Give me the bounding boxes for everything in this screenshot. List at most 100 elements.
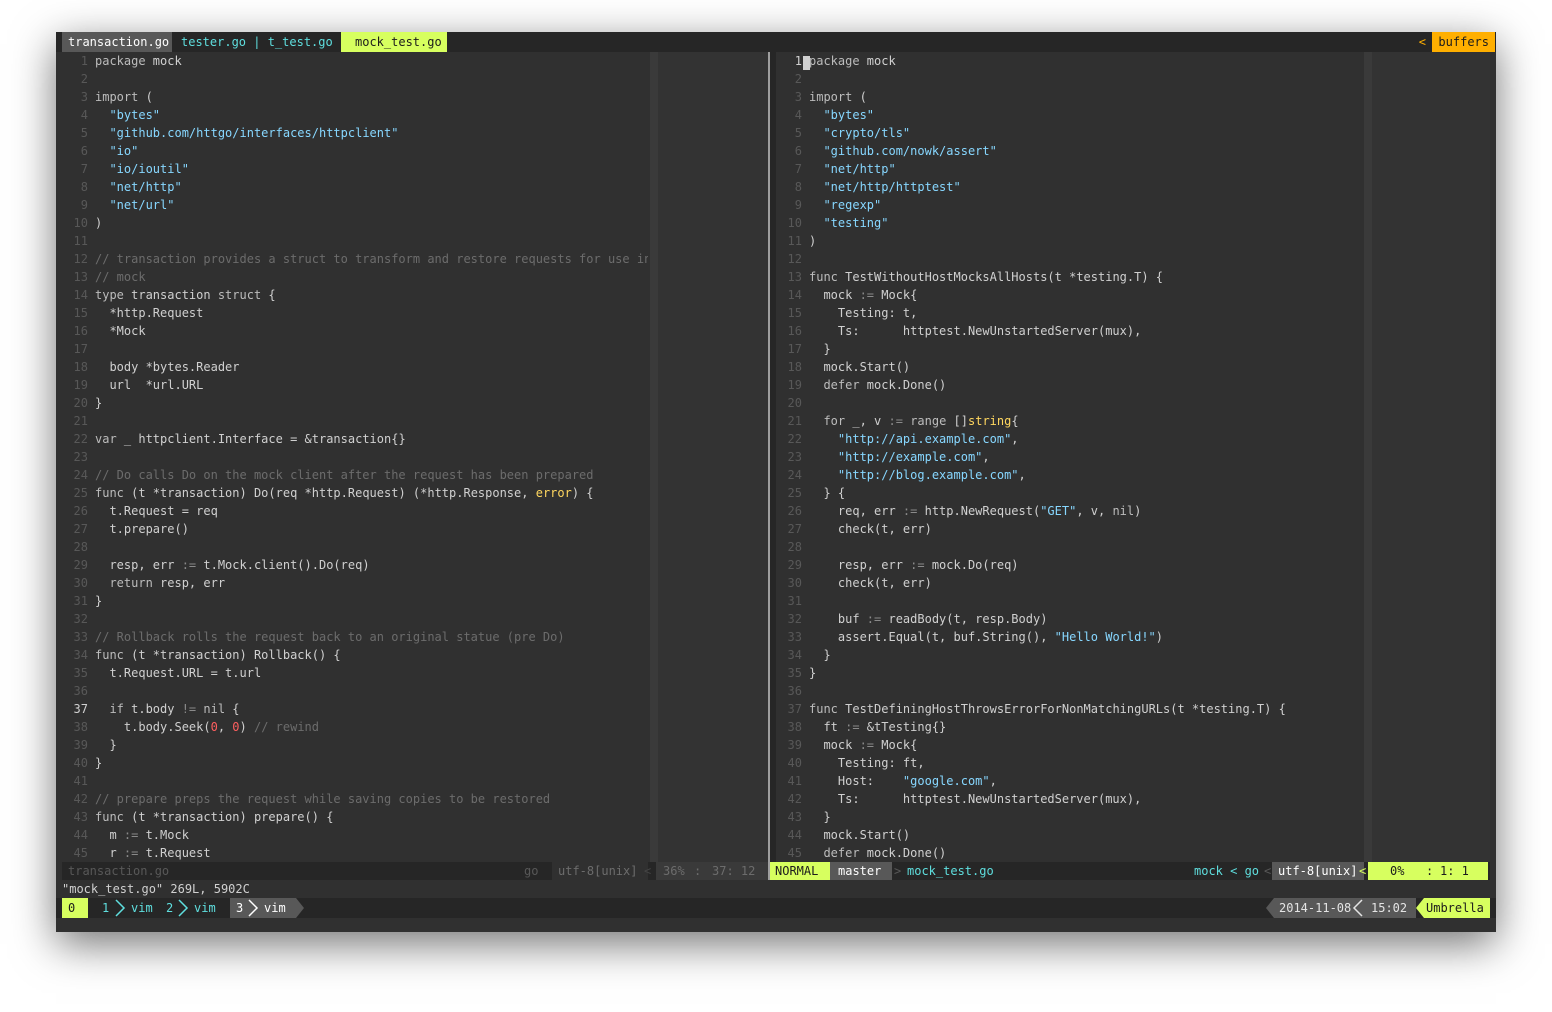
- code-line[interactable]: 35}: [776, 664, 1364, 682]
- code-line[interactable]: 12: [776, 250, 1364, 268]
- code-line[interactable]: 23: [62, 448, 648, 466]
- code-line[interactable]: 15 *http.Request: [62, 304, 648, 322]
- code-line[interactable]: 13 func TestWithoutHostMocksAllHosts(t *t…: [776, 268, 1364, 286]
- code-line[interactable]: 13 // mock: [62, 268, 648, 286]
- code-text[interactable]: resp, err := t.Mock.client().Do(req): [95, 556, 369, 574]
- code-text[interactable]: }: [95, 736, 116, 754]
- tab-transaction-go[interactable]: transaction.go: [62, 32, 172, 52]
- code-text[interactable]: "regexp": [809, 196, 881, 214]
- code-text[interactable]: func (t *transaction) prepare() {: [95, 808, 333, 826]
- code-line[interactable]: 35 t.Request.URL = t.url: [62, 664, 648, 682]
- code-text[interactable]: "net/http/httptest": [809, 178, 960, 196]
- code-line[interactable]: 6 "io": [62, 142, 648, 160]
- code-line[interactable]: 9 "net/url": [62, 196, 648, 214]
- code-text[interactable]: check(t, err): [809, 520, 932, 538]
- code-text[interactable]: mock.Start(): [809, 358, 910, 376]
- code-text[interactable]: for _, v := range []string{: [809, 412, 1018, 430]
- code-line[interactable]: 22 "http://api.example.com",: [776, 430, 1364, 448]
- code-line[interactable]: 3 import (: [62, 88, 648, 106]
- code-text[interactable]: }: [95, 592, 102, 610]
- code-line[interactable]: 20: [776, 394, 1364, 412]
- code-line[interactable]: 4 "bytes": [776, 106, 1364, 124]
- code-line[interactable]: 32 buf := readBody(t, resp.Body): [776, 610, 1364, 628]
- code-line[interactable]: 26 t.Request = req: [62, 502, 648, 520]
- code-line[interactable]: 2: [776, 70, 1364, 88]
- code-line[interactable]: 39 mock := Mock{: [776, 736, 1364, 754]
- code-text[interactable]: func (t *transaction) Rollback() {: [95, 646, 341, 664]
- code-text[interactable]: ft := &tTesting{}: [809, 718, 946, 736]
- buffers-label[interactable]: buffers: [1432, 32, 1495, 52]
- code-line[interactable]: 10): [62, 214, 648, 232]
- code-line[interactable]: 1 package mock: [62, 52, 648, 70]
- code-line[interactable]: 24 // Do calls Do on the mock client afte…: [62, 466, 648, 484]
- code-line[interactable]: 4 "bytes": [62, 106, 648, 124]
- tab-mock-test-go[interactable]: mock_test.go: [341, 32, 447, 52]
- code-text[interactable]: }: [809, 664, 816, 682]
- code-text[interactable]: r := t.Request: [95, 844, 210, 862]
- code-line[interactable]: 33 assert.Equal(t, buf.String(), "Hello …: [776, 628, 1364, 646]
- code-line[interactable]: 36: [62, 682, 648, 700]
- code-line[interactable]: 17: [62, 340, 648, 358]
- code-text[interactable]: mock := Mock{: [809, 736, 917, 754]
- code-text[interactable]: t.prepare(): [95, 520, 188, 538]
- code-line[interactable]: 24 "http://blog.example.com",: [776, 466, 1364, 484]
- code-line[interactable]: 42 // prepare preps the request while sav…: [62, 790, 648, 808]
- code-line[interactable]: 19 url *url.URL: [62, 376, 648, 394]
- code-line[interactable]: 5 "crypto/tls": [776, 124, 1364, 142]
- code-line[interactable]: 38 t.body.Seek(0, 0) // rewind: [62, 718, 648, 736]
- code-line[interactable]: 6 "github.com/nowk/assert": [776, 142, 1364, 160]
- code-line[interactable]: 34 }: [776, 646, 1364, 664]
- code-text[interactable]: "github.com/nowk/assert": [809, 142, 996, 160]
- code-line[interactable]: 44 m := t.Mock: [62, 826, 648, 844]
- code-line[interactable]: 30 return resp, err: [62, 574, 648, 592]
- code-line[interactable]: 42 Ts: httptest.NewUnstartedServer(mux),: [776, 790, 1364, 808]
- code-text[interactable]: import (: [809, 88, 867, 106]
- code-text[interactable]: url *url.URL: [95, 376, 203, 394]
- code-line[interactable]: 44 mock.Start(): [776, 826, 1364, 844]
- code-text[interactable]: check(t, err): [809, 574, 932, 592]
- code-line[interactable]: 45 r := t.Request: [62, 844, 648, 862]
- code-text[interactable]: t.Request = req: [95, 502, 217, 520]
- tmux-window-index-active[interactable]: 3: [236, 898, 243, 918]
- code-line[interactable]: 41: [62, 772, 648, 790]
- code-text[interactable]: }: [809, 646, 830, 664]
- code-text[interactable]: // Do calls Do on the mock client after …: [95, 466, 594, 484]
- code-line[interactable]: 18 mock.Start(): [776, 358, 1364, 376]
- code-line[interactable]: 31: [776, 592, 1364, 610]
- code-text[interactable]: Testing: t,: [809, 304, 917, 322]
- code-text[interactable]: "crypto/tls": [809, 124, 910, 142]
- code-line[interactable]: 45 defer mock.Done(): [776, 844, 1364, 862]
- code-text[interactable]: "io": [95, 142, 138, 160]
- code-text[interactable]: Ts: httptest.NewUnstartedServer(mux),: [809, 322, 1141, 340]
- code-line[interactable]: 40 Testing: ft,: [776, 754, 1364, 772]
- code-line[interactable]: 43 func (t *transaction) prepare() {: [62, 808, 648, 826]
- code-line[interactable]: 19 defer mock.Done(): [776, 376, 1364, 394]
- code-line[interactable]: 34 func (t *transaction) Rollback() {: [62, 646, 648, 664]
- code-line[interactable]: 20}: [62, 394, 648, 412]
- code-text[interactable]: if t.body != nil {: [95, 700, 239, 718]
- code-text[interactable]: // mock: [95, 268, 146, 286]
- code-text[interactable]: "bytes": [95, 106, 160, 124]
- tab-tester-go-t-test-go[interactable]: tester.go | t_test.go: [181, 32, 337, 52]
- code-line[interactable]: 33 // Rollback rolls the request back to …: [62, 628, 648, 646]
- code-line[interactable]: 18 body *bytes.Reader: [62, 358, 648, 376]
- code-text[interactable]: *http.Request: [95, 304, 203, 322]
- code-text[interactable]: "io/ioutil": [95, 160, 188, 178]
- code-line[interactable]: 43 }: [776, 808, 1364, 826]
- code-line[interactable]: 2: [62, 70, 648, 88]
- code-line[interactable]: 14 type transaction struct {: [62, 286, 648, 304]
- code-text[interactable]: Testing: ft,: [809, 754, 925, 772]
- code-text[interactable]: *Mock: [95, 322, 145, 340]
- code-text[interactable]: ): [95, 214, 102, 232]
- code-line[interactable]: 11): [776, 232, 1364, 250]
- code-line[interactable]: 15 Testing: t,: [776, 304, 1364, 322]
- code-line[interactable]: 14 mock := Mock{: [776, 286, 1364, 304]
- tmux-window-name[interactable]: vim: [194, 898, 216, 918]
- code-text[interactable]: // Rollback rolls the request back to an…: [95, 628, 565, 646]
- code-line[interactable]: 30 check(t, err): [776, 574, 1364, 592]
- code-text[interactable]: Host: "google.com",: [809, 772, 997, 790]
- code-text[interactable]: }: [809, 340, 830, 358]
- code-line[interactable]: 28: [776, 538, 1364, 556]
- code-line[interactable]: 40}: [62, 754, 648, 772]
- code-text[interactable]: // transaction provides a struct to tran…: [95, 250, 648, 268]
